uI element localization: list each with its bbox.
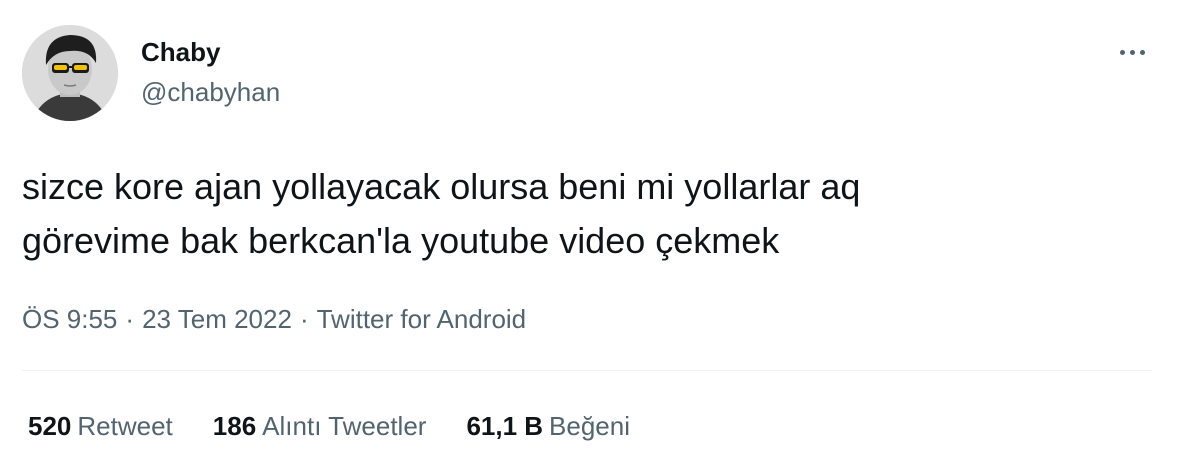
avatar-image bbox=[22, 25, 118, 121]
stat-label: Alıntı Tweetler bbox=[262, 411, 427, 441]
tweet-meta: ÖS 9:55 · 23 Tem 2022 · Twitter for Android bbox=[22, 302, 526, 336]
stat-number: 61,1 B bbox=[466, 411, 544, 441]
tweet-date[interactable]: 23 Tem 2022 bbox=[142, 304, 292, 334]
retweet-count[interactable]: 520 Retweet bbox=[28, 409, 173, 443]
meta-separator: · bbox=[125, 304, 135, 334]
stat-number: 186 bbox=[212, 411, 257, 441]
display-name[interactable]: Chaby bbox=[141, 36, 220, 68]
avatar[interactable] bbox=[22, 25, 118, 121]
tweet-source[interactable]: Twitter for Android bbox=[317, 304, 527, 334]
more-dot bbox=[1119, 49, 1125, 55]
divider bbox=[22, 370, 1152, 371]
tweet-text-line: görevime bak berkcan'la youtube video çe… bbox=[22, 220, 780, 261]
tweet-text: sizce kore ajan yollayacak olursa beni m… bbox=[22, 160, 1152, 268]
stat-number: 520 bbox=[28, 411, 72, 441]
tweet-time[interactable]: ÖS 9:55 bbox=[22, 304, 117, 334]
more-dot bbox=[1139, 49, 1145, 55]
tweet-text-line: sizce kore ajan yollayacak olursa beni m… bbox=[22, 166, 861, 207]
meta-separator: · bbox=[299, 304, 309, 334]
stat-label: Beğeni bbox=[549, 411, 631, 441]
user-handle[interactable]: @chabyhan bbox=[141, 76, 280, 108]
quote-tweet-count[interactable]: 186 Alıntı Tweetler bbox=[213, 409, 427, 443]
engagement-stats: 520 Retweet 186 Alıntı Tweetler 61,1 B Beğe… bbox=[28, 409, 630, 443]
tweet-card: Chaby @chabyhan sizce kore ajan yollayac… bbox=[0, 0, 1182, 472]
like-count[interactable]: 61,1 B Beğeni bbox=[466, 409, 630, 443]
stat-label: Retweet bbox=[77, 411, 173, 441]
more-horizontal-icon[interactable] bbox=[1112, 40, 1152, 64]
more-dot bbox=[1129, 49, 1135, 55]
